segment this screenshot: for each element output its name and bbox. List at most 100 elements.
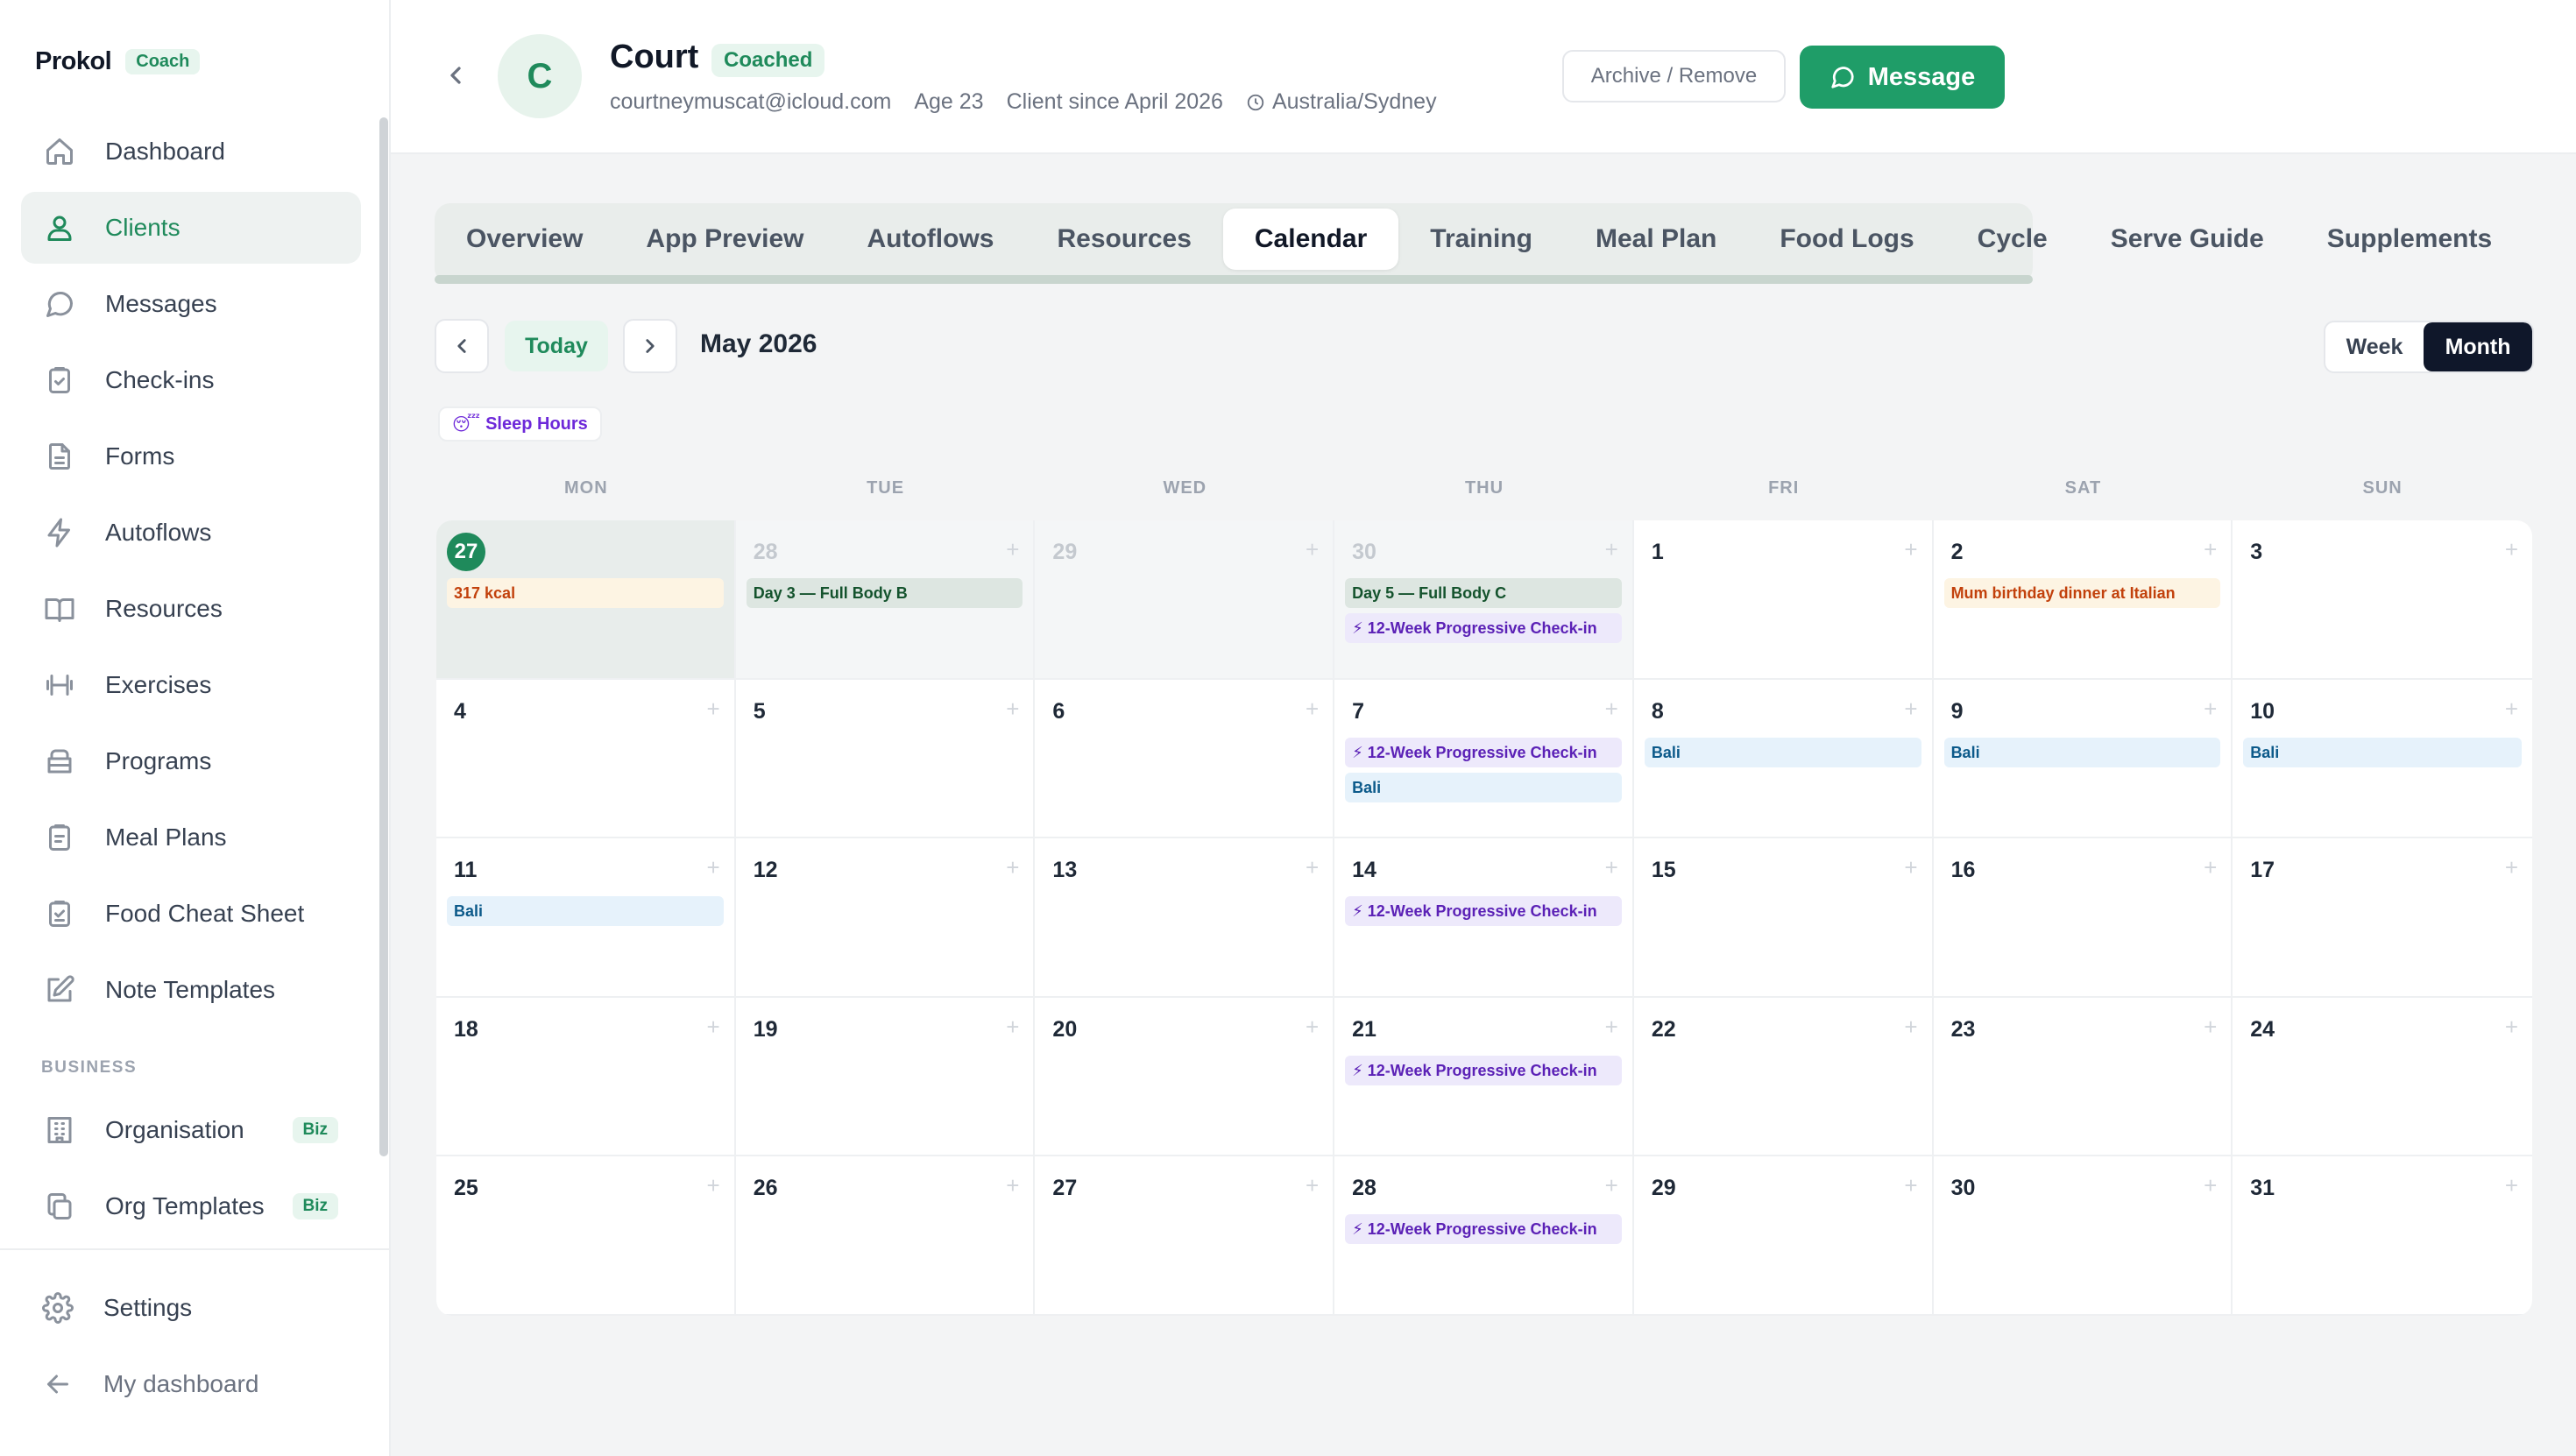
- add-event-button[interactable]: +: [2204, 1172, 2217, 1199]
- calendar-event[interactable]: ⚡ 12-Week Progressive Check-in: [1345, 896, 1622, 927]
- calendar-day-cell[interactable]: 8 + Bali: [1633, 679, 1934, 839]
- add-event-button[interactable]: +: [1904, 1172, 1917, 1199]
- calendar-event[interactable]: Day 3 — Full Body B: [746, 578, 1023, 608]
- add-event-button[interactable]: +: [2505, 696, 2518, 723]
- add-event-button[interactable]: +: [1306, 696, 1319, 723]
- calendar-day-cell[interactable]: 18 +: [436, 997, 736, 1157]
- add-event-button[interactable]: +: [2204, 854, 2217, 881]
- add-event-button[interactable]: +: [1306, 854, 1319, 881]
- calendar-day-cell[interactable]: 9 + Bali: [1933, 679, 2233, 839]
- add-event-button[interactable]: +: [1006, 854, 1019, 881]
- brand[interactable]: Prokol Coach: [35, 47, 201, 76]
- calendar-day-cell[interactable]: 29 +: [1035, 520, 1335, 680]
- sidebar-item-note-templates[interactable]: Note Templates: [21, 954, 361, 1026]
- add-event-button[interactable]: +: [2505, 1172, 2518, 1199]
- prev-month-button[interactable]: [435, 319, 489, 373]
- add-event-button[interactable]: +: [707, 696, 720, 723]
- calendar-day-cell[interactable]: 27 317 kcal: [436, 520, 736, 680]
- add-event-button[interactable]: +: [2505, 854, 2518, 881]
- calendar-day-cell[interactable]: 7 + ⚡ 12-Week Progressive Check-in Bali: [1334, 679, 1634, 839]
- add-event-button[interactable]: +: [1605, 854, 1618, 881]
- tabs-scrollbar[interactable]: [435, 275, 2033, 284]
- sidebar-item-organisation[interactable]: Organisation Biz: [21, 1094, 361, 1166]
- calendar-event[interactable]: Bali: [2243, 737, 2522, 767]
- calendar-day-cell[interactable]: 19 +: [735, 997, 1036, 1157]
- add-event-button[interactable]: +: [2204, 696, 2217, 723]
- sidebar-item-food-cheat-sheet[interactable]: Food Cheat Sheet: [21, 878, 361, 950]
- calendar-day-cell[interactable]: 12 +: [735, 838, 1036, 998]
- calendar-event[interactable]: ⚡ 12-Week Progressive Check-in: [1345, 613, 1622, 643]
- next-month-button[interactable]: [623, 319, 677, 373]
- add-event-button[interactable]: +: [1006, 536, 1019, 563]
- add-event-button[interactable]: +: [707, 1014, 720, 1041]
- add-event-button[interactable]: +: [2204, 536, 2217, 563]
- sidebar-item-org-templates[interactable]: Org Templates Biz: [21, 1170, 361, 1242]
- sidebar-item-exercises[interactable]: Exercises: [21, 649, 361, 721]
- add-event-button[interactable]: +: [1904, 536, 1917, 563]
- calendar-day-cell[interactable]: 30 +: [1933, 1156, 2233, 1316]
- calendar-event[interactable]: Bali: [1943, 737, 2221, 767]
- add-event-button[interactable]: +: [1904, 696, 1917, 723]
- calendar-day-cell[interactable]: 17 +: [2233, 838, 2532, 998]
- tab-meal-plan[interactable]: Meal Plan: [1564, 209, 1748, 270]
- add-event-button[interactable]: +: [1306, 1172, 1319, 1199]
- tab-serve-guide[interactable]: Serve Guide: [2079, 209, 2296, 270]
- calendar-event[interactable]: Bali: [447, 896, 724, 927]
- calendar-day-cell[interactable]: 13 +: [1035, 838, 1335, 998]
- today-button[interactable]: Today: [505, 321, 608, 371]
- add-event-button[interactable]: +: [1006, 696, 1019, 723]
- calendar-day-cell[interactable]: 14 + ⚡ 12-Week Progressive Check-in: [1334, 838, 1634, 998]
- add-event-button[interactable]: +: [707, 854, 720, 881]
- sidebar-item-dashboard[interactable]: Dashboard: [21, 116, 361, 187]
- legend-chip-sleep-hours[interactable]: 😴 Sleep Hours: [438, 406, 602, 442]
- calendar-day-cell[interactable]: 26 +: [735, 1156, 1036, 1316]
- add-event-button[interactable]: +: [1904, 854, 1917, 881]
- sidebar-item-clients[interactable]: Clients: [21, 192, 361, 264]
- add-event-button[interactable]: +: [1605, 1014, 1618, 1041]
- calendar-event[interactable]: Day 5 — Full Body C: [1345, 578, 1622, 608]
- calendar-day-cell[interactable]: 11 + Bali: [436, 838, 736, 998]
- sidebar-item-resources[interactable]: Resources: [21, 573, 361, 645]
- calendar-event[interactable]: 317 kcal: [447, 578, 724, 608]
- calendar-day-cell[interactable]: 28 + ⚡ 12-Week Progressive Check-in: [1334, 1156, 1634, 1316]
- tab-proto[interactable]: Proto: [2523, 209, 2532, 270]
- calendar-day-cell[interactable]: 2 + Mum birthday dinner at Italian: [1933, 520, 2233, 680]
- tab-overview[interactable]: Overview: [435, 209, 614, 270]
- view-month-button[interactable]: Month: [2424, 322, 2532, 371]
- calendar-day-cell[interactable]: 23 +: [1933, 997, 2233, 1157]
- calendar-day-cell[interactable]: 20 +: [1035, 997, 1335, 1157]
- calendar-event[interactable]: ⚡ 12-Week Progressive Check-in: [1345, 1214, 1622, 1245]
- sidebar-item-programs[interactable]: Programs: [21, 725, 361, 797]
- calendar-day-cell[interactable]: 28 + Day 3 — Full Body B: [735, 520, 1036, 680]
- tab-resources[interactable]: Resources: [1025, 209, 1222, 270]
- tab-training[interactable]: Training: [1398, 209, 1564, 270]
- tab-autoflows[interactable]: Autoflows: [835, 209, 1025, 270]
- calendar-day-cell[interactable]: 21 + ⚡ 12-Week Progressive Check-in: [1334, 997, 1634, 1157]
- add-event-button[interactable]: +: [1605, 696, 1618, 723]
- add-event-button[interactable]: +: [1306, 1014, 1319, 1041]
- calendar-day-cell[interactable]: 24 +: [2233, 998, 2532, 1157]
- calendar-day-cell[interactable]: 15 +: [1633, 838, 1934, 998]
- calendar-day-cell[interactable]: 6 +: [1035, 679, 1335, 839]
- calendar-event[interactable]: Bali: [1644, 737, 1921, 767]
- calendar-day-cell[interactable]: 3 +: [2233, 520, 2532, 680]
- add-event-button[interactable]: +: [2204, 1014, 2217, 1041]
- calendar-day-cell[interactable]: 31 +: [2233, 1156, 2532, 1316]
- calendar-day-cell[interactable]: 22 +: [1633, 997, 1934, 1157]
- calendar-day-cell[interactable]: 30 + Day 5 — Full Body C ⚡ 12-Week Progress…: [1334, 520, 1634, 680]
- add-event-button[interactable]: +: [1006, 1172, 1019, 1199]
- calendar-day-cell[interactable]: 4 +: [436, 679, 736, 839]
- add-event-button[interactable]: +: [2505, 536, 2518, 563]
- tab-calendar[interactable]: Calendar: [1222, 209, 1399, 270]
- view-week-button[interactable]: Week: [2325, 322, 2424, 371]
- sidebar-item-check-ins[interactable]: Check-ins: [21, 344, 361, 416]
- back-button[interactable]: [438, 58, 473, 93]
- sidebar-item-settings[interactable]: Settings: [18, 1272, 357, 1344]
- sidebar-item-messages[interactable]: Messages: [21, 268, 361, 340]
- add-event-button[interactable]: +: [1605, 1172, 1618, 1199]
- calendar-day-cell[interactable]: 29 +: [1633, 1156, 1934, 1316]
- calendar-event[interactable]: ⚡ 12-Week Progressive Check-in: [1345, 1055, 1622, 1085]
- calendar-event[interactable]: Mum birthday dinner at Italian: [1943, 578, 2221, 608]
- tab-supplements[interactable]: Supplements: [2296, 209, 2523, 270]
- add-event-button[interactable]: +: [1306, 536, 1319, 563]
